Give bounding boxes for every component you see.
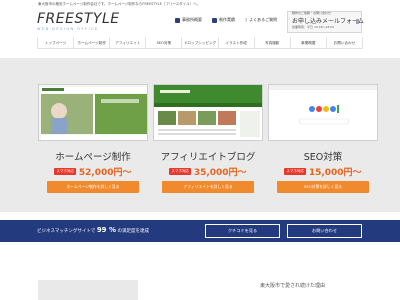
affiliate-detail-button[interactable]: アフィリエイトを詳しく見る bbox=[162, 181, 254, 193]
nav-item-illust[interactable]: イラスト作成 bbox=[219, 37, 255, 48]
seo-screenshot[interactable] bbox=[268, 84, 378, 141]
seo-detail-button[interactable]: SEO対策を詳しく見る bbox=[277, 181, 369, 193]
service-card-homepage: ホームページ制作 スマホ対応 52,000円～ ホームページ制作を詳しく見る bbox=[38, 84, 148, 193]
smartphone-badge: スマホ対応 bbox=[169, 168, 191, 175]
banner-text-before: ビジネスマッチングサイトで bbox=[37, 229, 96, 234]
building-icon bbox=[175, 17, 180, 23]
nav-item-photo[interactable]: 写真撮影 bbox=[255, 37, 291, 48]
top-links: 事務所概要 制作実績 ? よくあるご質問 bbox=[175, 17, 277, 23]
card-title: アフィリエイトブログ bbox=[160, 152, 256, 163]
nav-item-dropship[interactable]: ドロップシッピング bbox=[182, 37, 219, 48]
site-tagline: 東大阪市の格安ホームページ制作会社です。ホームページ制作ならFREESTYLE（… bbox=[38, 2, 201, 6]
nav-item-contact[interactable]: お問い合わせ bbox=[327, 37, 363, 48]
affiliate-preview-image bbox=[154, 85, 262, 140]
service-card-affiliate: アフィリエイトブログ スマホ対応 35,000円～ アフィリエイトを詳しく見る bbox=[153, 84, 263, 193]
site-logo[interactable]: FREESTYLE WEB DESIGN OFFICE bbox=[37, 11, 120, 31]
reason-caption: 東大阪市で愛され続けた理由 bbox=[260, 283, 326, 289]
satisfaction-banner: ビジネスマッチングサイトで 99 % の満足度を達成 クチコミを見る お問い合わ… bbox=[0, 220, 400, 242]
contact-small: 制作のご依頼・お問い合わせ bbox=[292, 11, 332, 15]
monitor-icon bbox=[212, 17, 217, 23]
nav-item-about[interactable]: 事業概要 bbox=[291, 37, 327, 48]
card-title: SEO対策 bbox=[303, 152, 343, 163]
top-link-faq[interactable]: ? よくあるご質問 bbox=[245, 17, 277, 23]
homepage-screenshot[interactable] bbox=[38, 84, 148, 141]
price-row: スマホ対応 52,000円～ bbox=[38, 165, 148, 178]
top-link-label: よくあるご質問 bbox=[249, 17, 278, 22]
banner-text: ビジネスマッチングサイトで 99 % の満足度を達成 bbox=[37, 226, 149, 234]
top-link-label: 事務所概要 bbox=[182, 17, 202, 22]
nav-item-seo[interactable]: SEO対策 bbox=[146, 37, 183, 48]
price-row: スマホ対応 35,000円～ bbox=[153, 165, 263, 178]
homepage-detail-button[interactable]: ホームページ制作を詳しく見る bbox=[47, 181, 139, 193]
banner-text-after: の満足度を達成 bbox=[117, 229, 149, 234]
reviews-button[interactable]: クチコミを見る bbox=[205, 224, 280, 238]
nav-item-homepage[interactable]: ホームページ制作 bbox=[74, 37, 111, 48]
question-icon: ? bbox=[245, 17, 248, 23]
arrow-icon bbox=[356, 19, 359, 24]
reason-section: 東大阪市で愛され続けた理由 bbox=[0, 250, 400, 300]
top-link-company[interactable]: 事務所概要 bbox=[175, 17, 202, 23]
price-row: スマホ対応 15,000円～ bbox=[268, 165, 378, 178]
global-nav: トップページ ホームページ制作 アフィリエイト SEO対策 ドロップシッピング … bbox=[37, 37, 363, 49]
affiliate-screenshot[interactable] bbox=[153, 84, 263, 141]
card-title: ホームページ制作 bbox=[55, 152, 131, 163]
logo-sub: WEB DESIGN OFFICE bbox=[37, 27, 99, 31]
google-logo-image bbox=[269, 85, 377, 140]
price: 15,000円～ bbox=[308, 168, 362, 178]
contact-button[interactable]: お問い合わせ bbox=[287, 224, 362, 238]
logo-main: FREESTYLE bbox=[37, 11, 120, 27]
nav-item-top[interactable]: トップページ bbox=[37, 37, 75, 48]
nav-item-affiliate[interactable]: アフィリエイト bbox=[110, 37, 147, 48]
contact-hours: 営業時間：平日 10:00～18:00 bbox=[292, 25, 335, 29]
homepage-preview-image bbox=[39, 85, 147, 140]
top-link-label: 制作実績 bbox=[219, 17, 235, 22]
smartphone-badge: スマホ対応 bbox=[284, 168, 306, 175]
price: 52,000円～ bbox=[78, 168, 132, 178]
reason-photo bbox=[38, 280, 138, 300]
banner-percent: 99 % bbox=[96, 226, 117, 234]
contact-title: お申し込みメールフォーム bbox=[292, 18, 364, 25]
contact-form-link[interactable]: 制作のご依頼・お問い合わせ お申し込みメールフォーム 営業時間：平日 10:00… bbox=[287, 11, 364, 33]
top-link-works[interactable]: 制作実績 bbox=[212, 17, 235, 23]
services-section: ホームページ制作 スマホ対応 52,000円～ ホームページ制作を詳しく見る ア bbox=[0, 58, 400, 212]
service-card-seo: SEO対策 スマホ対応 15,000円～ SEO対策を詳しく見る bbox=[268, 84, 378, 193]
smartphone-badge: スマホ対応 bbox=[54, 168, 76, 175]
price: 35,000円～ bbox=[193, 168, 247, 178]
